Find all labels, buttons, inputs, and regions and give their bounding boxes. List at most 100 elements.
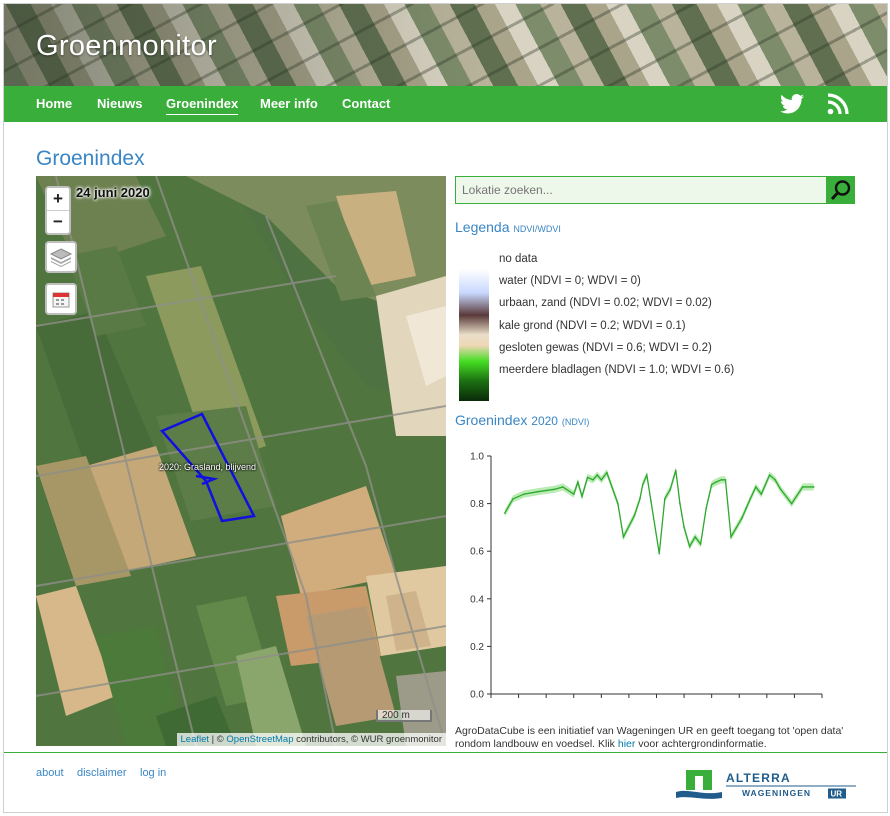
data-point — [596, 474, 598, 476]
legend-item: gesloten gewas (NDVI = 0.6; WDVI = 0.2) — [499, 342, 712, 354]
data-point — [683, 526, 685, 529]
data-point — [768, 474, 771, 476]
info-link[interactable]: hier — [618, 738, 636, 750]
y-tick-label: 0.2 — [470, 642, 484, 653]
groenindex-title-text: Groenindex — [455, 412, 528, 428]
data-point — [715, 481, 717, 483]
map-scale: 200 m — [376, 710, 432, 722]
footer-disclaimer-link[interactable]: disclaimer — [77, 767, 127, 779]
calendar-button[interactable] — [45, 283, 77, 315]
y-tick-label: 0.4 — [470, 594, 484, 605]
data-point — [688, 545, 691, 548]
data-point — [572, 493, 575, 495]
data-point — [617, 502, 619, 505]
osm-link[interactable]: OpenStreetMap — [226, 734, 293, 745]
attribution-separator: | © — [209, 734, 227, 745]
data-point — [745, 507, 747, 510]
data-point — [669, 488, 672, 491]
logo-text-wageningen: WAGENINGEN — [742, 788, 811, 798]
data-point — [790, 502, 793, 505]
data-point — [663, 498, 666, 500]
zoom-out-button[interactable]: − — [47, 210, 69, 233]
groenindex-chart: 0.00.20.40.60.81.0JanFebMarAprMayJunJulA… — [470, 452, 823, 699]
logo-text-alterra: ALTERRA — [726, 771, 791, 785]
search-button[interactable] — [827, 176, 855, 204]
zoom-control: + − — [45, 186, 71, 235]
main-nav: Home Nieuws Groenindex Meer info Contact — [4, 86, 887, 122]
site-title[interactable]: Groenmonitor — [36, 30, 217, 63]
attribution-text: contributors, © WUR groenmonitor — [293, 734, 442, 745]
header-banner: Groenmonitor — [4, 4, 887, 86]
legend-item: urbaan, zand (NDVI = 0.02; WDVI = 0.02) — [499, 297, 712, 309]
data-point — [553, 488, 556, 491]
data-point — [577, 481, 579, 483]
data-point — [749, 498, 752, 500]
data-point — [699, 543, 702, 545]
nav-home[interactable]: Home — [36, 96, 72, 111]
data-point — [650, 500, 652, 503]
leaflet-link[interactable]: Leaflet — [181, 734, 210, 745]
legend-title-text: Legenda — [455, 219, 510, 235]
data-point — [720, 479, 723, 481]
data-point — [710, 483, 713, 486]
legend-color-bar — [459, 269, 489, 401]
data-point — [646, 474, 648, 476]
page-frame: Groenmonitor Home Nieuws Groenindex Meer… — [3, 3, 888, 813]
page-title: Groenindex — [36, 147, 145, 170]
data-point — [724, 479, 727, 481]
logo-text-ur: UR — [831, 790, 843, 799]
data-point — [755, 486, 757, 488]
legend-subtitle: NDVI/WDVI — [513, 224, 561, 234]
data-point — [730, 536, 732, 538]
layers-button[interactable] — [45, 241, 77, 273]
search-input[interactable] — [455, 176, 827, 204]
footer-about-link[interactable]: about — [36, 767, 64, 779]
data-point — [679, 502, 681, 505]
data-point — [523, 493, 525, 495]
data-point — [633, 514, 636, 517]
parcel-label: 2020: Grasland, blijvend — [159, 462, 257, 472]
legend-item: kale grond (NDVI = 0.2; WDVI = 0.1) — [499, 320, 686, 332]
data-point — [812, 486, 815, 488]
footer-login-link[interactable]: log in — [140, 767, 166, 779]
legend-title: Legenda NDVI/WDVI — [455, 219, 561, 235]
data-point — [735, 526, 738, 529]
nav-meer-info[interactable]: Meer info — [260, 96, 318, 111]
map-viewer[interactable]: + − 24 juni 2020 2020: Grasland, blijven… — [36, 176, 446, 746]
data-point — [641, 483, 644, 486]
footer-divider — [4, 752, 887, 753]
data-point — [586, 476, 589, 479]
info-note: AgroDataCube is een initiatief van Wagen… — [455, 725, 860, 751]
groenindex-unit: (NDVI) — [561, 417, 590, 427]
layers-icon — [49, 248, 73, 267]
zoom-in-button[interactable]: + — [47, 188, 69, 210]
data-point — [581, 495, 583, 498]
twitter-icon[interactable] — [780, 93, 804, 115]
nav-contact[interactable]: Contact — [342, 96, 390, 111]
y-tick-label: 0.6 — [470, 547, 484, 558]
alterra-logo[interactable]: ALTERRA WAGENINGEN UR — [676, 766, 856, 800]
search-icon — [830, 180, 851, 201]
calendar-icon — [52, 292, 70, 308]
groenindex-title: Groenindex 2020 (NDVI) — [455, 412, 589, 428]
groenindex-year: 2020 — [531, 414, 558, 428]
data-point — [779, 488, 782, 491]
map-attribution: Leaflet | © OpenStreetMap contributors, … — [176, 733, 446, 746]
data-point — [658, 552, 661, 555]
nav-groenindex[interactable]: Groenindex — [166, 96, 239, 115]
data-point — [760, 493, 763, 495]
data-point — [592, 479, 594, 481]
data-point — [774, 479, 776, 481]
y-tick-label: 1.0 — [470, 452, 484, 463]
data-point — [639, 498, 641, 500]
legend-item: water (NDVI = 0; WDVI = 0) — [499, 275, 641, 287]
legend-item: no data — [499, 253, 538, 265]
data-point — [600, 479, 603, 481]
rss-icon[interactable] — [826, 93, 850, 115]
legend-item: meerdere bladlagen (NDVI = 1.0; WDVI = 0… — [499, 364, 735, 376]
note-text-end: voor achtergrondinformatie. — [635, 738, 767, 750]
nav-nieuws[interactable]: Nieuws — [97, 96, 143, 111]
data-point — [561, 486, 564, 488]
data-point — [503, 512, 506, 514]
data-point — [537, 490, 539, 493]
